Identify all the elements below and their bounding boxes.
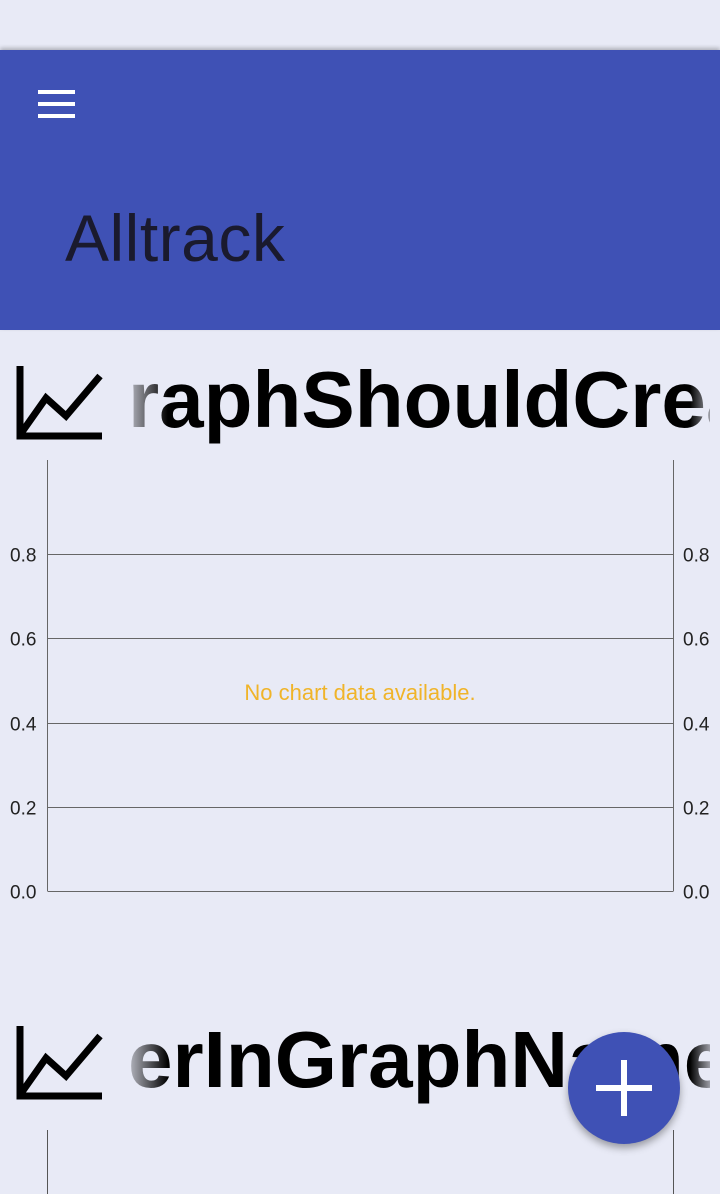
y-tick-label-right: 0.0 bbox=[683, 883, 709, 904]
app-bar: Alltrack bbox=[0, 50, 720, 330]
y-tick-label-left: 0.4 bbox=[10, 715, 37, 736]
y-tick-label-right: 0.8 bbox=[683, 546, 709, 567]
y-tick-label-left: 0.6 bbox=[10, 630, 36, 651]
status-bar bbox=[0, 0, 720, 50]
y-tick-label-right: 0.6 bbox=[683, 630, 709, 651]
y-tick-label-left: 0.8 bbox=[10, 546, 36, 567]
graph-header[interactable]: raphShouldCreat bbox=[0, 340, 720, 450]
y-tick-label-left: 0.0 bbox=[10, 883, 36, 904]
add-graph-button[interactable] bbox=[568, 1032, 680, 1144]
y-tick-label-right: 0.4 bbox=[683, 715, 710, 736]
line-chart-icon bbox=[16, 366, 103, 440]
graph-name: raphShouldCreat bbox=[128, 355, 710, 444]
app-title: Alltrack bbox=[65, 201, 286, 275]
y-tick-label-left: 0.2 bbox=[10, 799, 36, 820]
y-tick-label-right: 0.2 bbox=[683, 799, 709, 820]
chart: 0.0 0.2 0.4 0.6 0.8 0.0 0.2 0.4 0.6 0.8 No chart… bbox=[10, 460, 710, 904]
empty-chart-message: No chart data available. bbox=[244, 680, 475, 705]
line-chart-icon bbox=[16, 1026, 103, 1100]
graph-card[interactable]: raphShouldCreat 0.00.20.40.60.8 0.00.20.… bbox=[0, 340, 720, 920]
hamburger-menu-icon[interactable] bbox=[20, 80, 92, 130]
